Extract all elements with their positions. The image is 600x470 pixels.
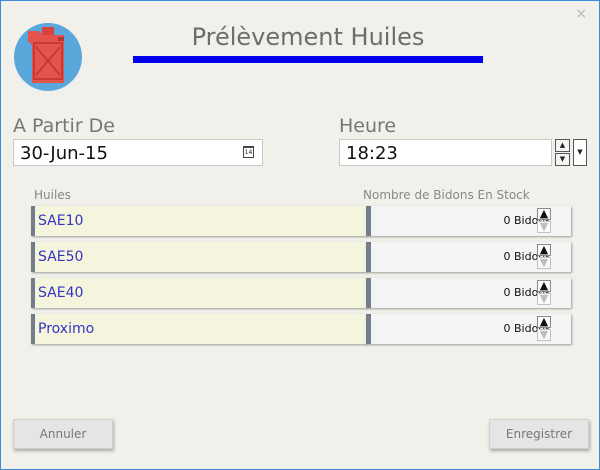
date-value: 30-Jun-15 xyxy=(20,143,108,164)
stock-up-button[interactable]: ▲ xyxy=(537,208,551,220)
time-field[interactable]: 18:23 xyxy=(339,139,552,166)
stock-up-button[interactable]: ▲ xyxy=(537,316,551,328)
time-dropdown-button[interactable]: ▼ xyxy=(573,139,587,166)
oil-name-cell[interactable]: SAE40 xyxy=(31,278,367,308)
time-down-button[interactable]: ▼ xyxy=(555,153,570,166)
column-header-stock: Nombre de Bidons En Stock xyxy=(363,188,530,202)
oil-name: Proximo xyxy=(38,321,95,337)
oil-name-cell[interactable]: SAE50 xyxy=(31,242,367,272)
time-value: 18:23 xyxy=(346,143,398,164)
stock-cell[interactable]: 0 Bidons ▲ ▼ xyxy=(366,242,571,272)
stock-down-button[interactable]: ▼ xyxy=(537,293,551,305)
oil-name-cell[interactable]: Proximo xyxy=(31,314,367,344)
column-header-oils: Huiles xyxy=(34,188,71,202)
close-icon[interactable]: × xyxy=(575,7,587,21)
title-underline xyxy=(133,56,483,63)
jerrycan-icon xyxy=(14,23,82,91)
calendar-icon[interactable]: 14 xyxy=(243,146,254,158)
time-label: Heure xyxy=(339,115,397,137)
time-up-button[interactable]: ▲ xyxy=(555,139,570,152)
oil-name: SAE50 xyxy=(38,249,84,265)
oil-name-cell[interactable]: SAE10 xyxy=(31,206,367,236)
stock-cell[interactable]: 0 Bidons ▲ ▼ xyxy=(366,314,571,344)
table-row: SAE50 0 Bidons ▲ ▼ xyxy=(31,242,571,272)
stock-down-button[interactable]: ▼ xyxy=(537,221,551,233)
stock-up-button[interactable]: ▲ xyxy=(537,280,551,292)
save-button[interactable]: Enregistrer xyxy=(489,419,589,449)
oil-name: SAE10 xyxy=(38,213,84,229)
stock-down-button[interactable]: ▼ xyxy=(537,257,551,269)
date-field[interactable]: 30-Jun-15 14 xyxy=(13,139,263,166)
dialog-window: × Prélèvement Huiles A Partir De 30-Jun-… xyxy=(0,0,600,470)
date-label: A Partir De xyxy=(13,115,115,137)
stock-cell[interactable]: 0 Bidons ▲ ▼ xyxy=(366,278,571,308)
table-row: SAE10 0 Bidons ▲ ▼ xyxy=(31,206,571,236)
table-row: Proximo 0 Bidons ▲ ▼ xyxy=(31,314,571,344)
page-title: Prélèvement Huiles xyxy=(191,23,425,51)
stock-cell[interactable]: 0 Bidons ▲ ▼ xyxy=(366,206,571,236)
cancel-button[interactable]: Annuler xyxy=(13,419,113,449)
stock-up-button[interactable]: ▲ xyxy=(537,244,551,256)
oil-name: SAE40 xyxy=(38,285,84,301)
table-row: SAE40 0 Bidons ▲ ▼ xyxy=(31,278,571,308)
stock-down-button[interactable]: ▼ xyxy=(537,329,551,341)
